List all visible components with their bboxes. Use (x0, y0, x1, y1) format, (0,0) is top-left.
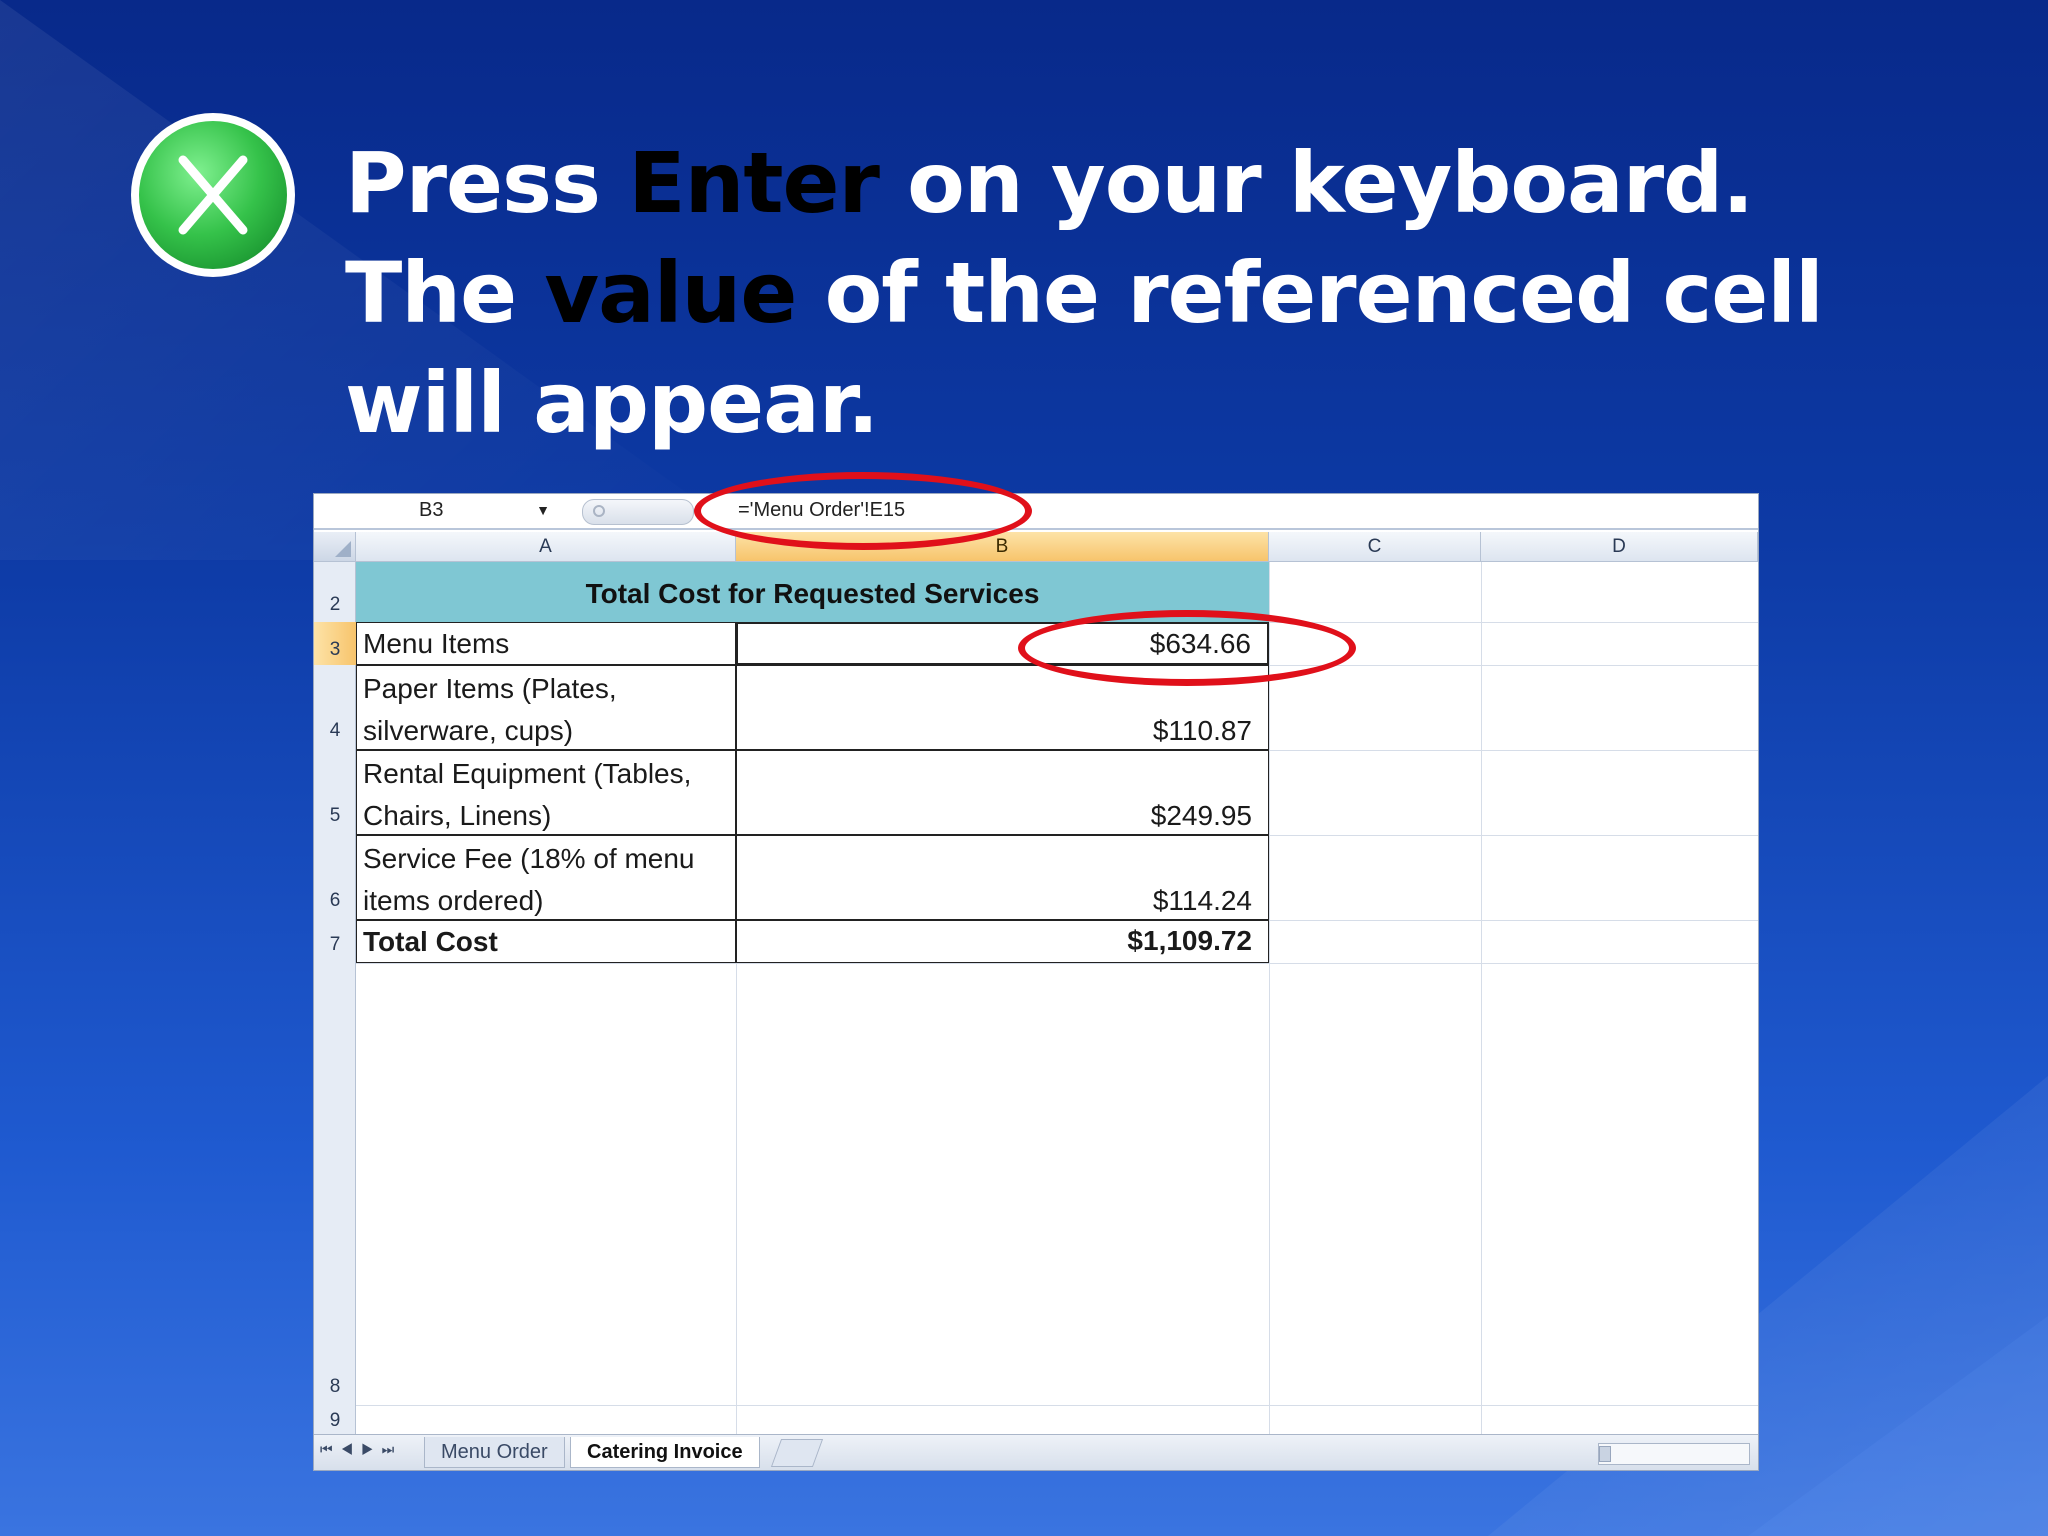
horizontal-scrollbar[interactable] (1598, 1443, 1750, 1465)
pill-dot-icon (593, 505, 605, 517)
slide-heading: Press Enter on your keyboard. The value … (345, 128, 1985, 458)
spreadsheet-screenshot: B3 ▼ ='Menu Order'!E15 A B C D 2 3 4 5 6… (314, 494, 1758, 1470)
formula-input[interactable]: ='Menu Order'!E15 (738, 496, 905, 524)
row-header-8[interactable]: 8 (314, 1376, 356, 1398)
row-header-4[interactable]: 4 (314, 720, 356, 742)
excel-x-icon (131, 113, 295, 277)
row-header-7[interactable]: 7 (314, 934, 356, 956)
insert-sheet-icon[interactable] (770, 1439, 824, 1467)
gridline (1481, 562, 1482, 1434)
cell-value-total[interactable]: $1,109.72 (736, 920, 1269, 963)
gridline (356, 1405, 1758, 1406)
row-header-5[interactable]: 5 (314, 805, 356, 827)
column-header-c[interactable]: C (1269, 532, 1481, 562)
column-header-a[interactable]: A (356, 532, 736, 562)
name-box-value: B3 (419, 499, 444, 521)
corner-triangle-icon (335, 541, 351, 557)
heading-text: Press (345, 134, 629, 232)
row-header-9[interactable]: 9 (314, 1410, 356, 1432)
column-header-b[interactable]: B (736, 532, 1269, 562)
cell-label-total[interactable]: Total Cost (356, 920, 736, 963)
name-box[interactable]: B3 ▼ (314, 496, 576, 524)
dropdown-arrow-icon[interactable]: ▼ (536, 496, 550, 524)
cell-label[interactable]: Rental Equipment (Tables, Chairs, Linens… (356, 750, 736, 835)
row-header-2[interactable]: 2 (314, 594, 356, 616)
tab-menu-order[interactable]: Menu Order (424, 1437, 565, 1468)
row-header-6[interactable]: 6 (314, 890, 356, 912)
scroll-thumb[interactable] (1599, 1446, 1611, 1462)
heading-text: on your keyboard. (878, 134, 1754, 232)
gridline (356, 963, 1758, 964)
background-decoration (1748, 1316, 2048, 1536)
cell-label[interactable]: Paper Items (Plates, silverware, cups) (356, 665, 736, 750)
cell-value[interactable]: $114.24 (736, 835, 1269, 920)
select-all-corner[interactable] (314, 532, 356, 562)
heading-emphasis: value (544, 244, 797, 342)
sheet-tab-bar: ⏮◀▶⏭ Menu Order Catering Invoice (314, 1434, 1758, 1470)
heading-line-1: Press Enter on your keyboard. (345, 128, 1985, 238)
cell-label[interactable]: Menu Items (356, 622, 736, 665)
formula-bar: B3 ▼ ='Menu Order'!E15 (314, 494, 1758, 530)
row-headers (314, 562, 356, 1434)
cell-value-selected[interactable]: $634.66 (736, 622, 1269, 665)
column-header-d[interactable]: D (1481, 532, 1758, 562)
heading-line-2: The value of the referenced cell will ap… (345, 238, 1985, 458)
formula-bar-pill (582, 499, 694, 525)
tab-catering-invoice[interactable]: Catering Invoice (570, 1437, 760, 1468)
cell-value[interactable]: $249.95 (736, 750, 1269, 835)
row-header-3[interactable]: 3 (314, 622, 356, 665)
sheet-nav-arrows-icon[interactable]: ⏮◀▶⏭ (320, 1441, 402, 1458)
cell-value[interactable]: $110.87 (736, 665, 1269, 750)
gridline (1269, 562, 1270, 1434)
sheet-title-cell[interactable]: Total Cost for Requested Services (356, 562, 1269, 622)
heading-text: The (345, 244, 545, 342)
cell-label[interactable]: Service Fee (18% of menu items ordered) (356, 835, 736, 920)
heading-emphasis: Enter (628, 134, 880, 232)
